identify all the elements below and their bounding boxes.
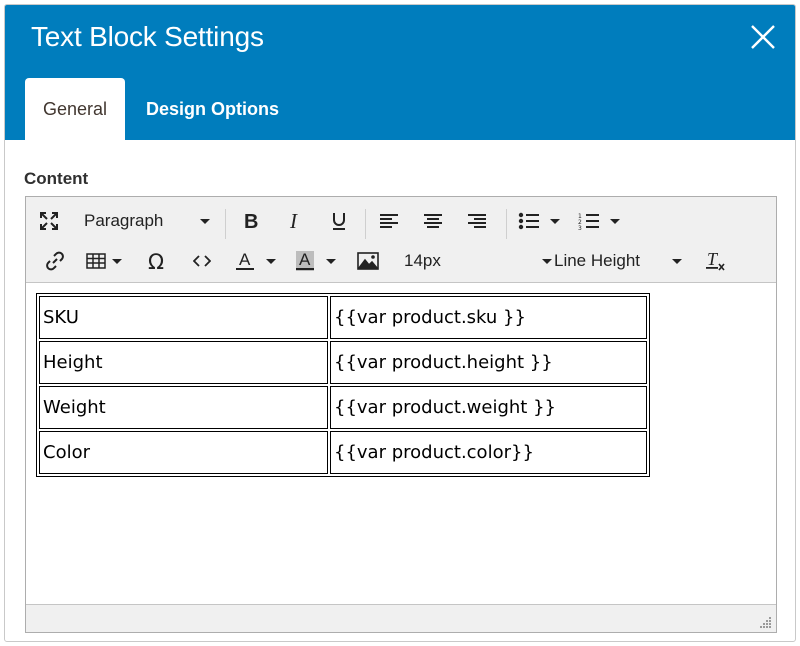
omega-icon[interactable]: Ω: [141, 241, 175, 281]
chevron-down-icon: [550, 218, 560, 224]
block-format-dropdown[interactable]: Paragraph: [76, 201, 216, 241]
clear-formatting-icon[interactable]: T: [698, 241, 732, 281]
font-size-dropdown[interactable]: 14px: [398, 241, 558, 281]
bold-icon[interactable]: B: [234, 201, 268, 241]
svg-text:3: 3: [578, 225, 582, 230]
wysiwyg-editor: Paragraph B I 1 2 3 Ω A A 14px Line Heig…: [25, 196, 777, 633]
text-block-settings-dialog: Text Block Settings General Design Optio…: [4, 4, 796, 642]
table-button[interactable]: [82, 241, 126, 281]
toolbar-row-2: Ω A A 14px Line Height T: [26, 241, 776, 281]
editor-toolbar: Paragraph B I 1 2 3 Ω A A 14px Line Heig…: [26, 197, 776, 283]
font-size-value: 14px: [404, 251, 441, 270]
editor-statusbar: [26, 604, 776, 632]
editor-content-area[interactable]: SKU {{var product.sku }} Height {{var produ…: [26, 283, 776, 605]
numbered-list-button[interactable]: 1 2 3: [574, 201, 624, 241]
line-height-value: Line Height: [554, 251, 641, 270]
attribute-value-cell[interactable]: {{var product.sku }}: [330, 296, 647, 339]
table-row: Height {{var product.height }}: [39, 341, 647, 384]
table-row: Weight {{var product.weight }}: [39, 386, 647, 429]
bullet-list-button[interactable]: [514, 201, 564, 241]
toolbar-divider: [225, 209, 226, 239]
dialog-header: Text Block Settings General Design Optio…: [5, 5, 795, 140]
block-format-value: Paragraph: [84, 211, 164, 230]
line-height-dropdown[interactable]: Line Height: [548, 241, 688, 281]
align-right-icon[interactable]: [460, 201, 494, 241]
toolbar-divider: [506, 209, 507, 239]
svg-text:Ω: Ω: [148, 251, 164, 271]
italic-icon[interactable]: I: [278, 201, 312, 241]
background-color-button[interactable]: A: [290, 241, 340, 281]
attribute-label-cell[interactable]: Color: [39, 431, 328, 474]
dialog-title: Text Block Settings: [31, 21, 264, 52]
attribute-value-cell[interactable]: {{var product.height }}: [330, 341, 647, 384]
svg-text:A: A: [239, 250, 251, 269]
chevron-down-icon: [326, 258, 336, 264]
tab-bar: General Design Options: [25, 78, 297, 140]
underline-icon[interactable]: [322, 201, 356, 241]
text-color-button[interactable]: A: [230, 241, 280, 281]
chevron-down-icon: [112, 258, 122, 264]
attribute-label-cell[interactable]: SKU: [39, 296, 328, 339]
attribute-value-cell[interactable]: {{var product.weight }}: [330, 386, 647, 429]
attribute-label-cell[interactable]: Height: [39, 341, 328, 384]
table-row: Color {{var product.color}}: [39, 431, 647, 474]
chevron-down-icon: [266, 258, 276, 264]
chevron-down-icon: [200, 218, 210, 224]
resize-handle-icon[interactable]: [760, 616, 772, 628]
link-icon[interactable]: [38, 241, 72, 281]
svg-text:I: I: [289, 212, 298, 230]
tab-general[interactable]: General: [25, 78, 125, 140]
chevron-down-icon: [610, 218, 620, 224]
align-center-icon[interactable]: [416, 201, 450, 241]
product-attributes-table[interactable]: SKU {{var product.sku }} Height {{var produ…: [36, 293, 650, 477]
table-row: SKU {{var product.sku }}: [39, 296, 647, 339]
code-icon[interactable]: [185, 241, 219, 281]
toolbar-divider: [365, 209, 366, 239]
content-label: Content: [24, 169, 89, 188]
attribute-label-cell[interactable]: Weight: [39, 386, 328, 429]
fullscreen-icon[interactable]: [32, 201, 66, 241]
attribute-value-cell[interactable]: {{var product.color}}: [330, 431, 647, 474]
chevron-down-icon: [672, 258, 682, 264]
align-left-icon[interactable]: [372, 201, 406, 241]
image-icon[interactable]: [351, 241, 385, 281]
tab-design-options[interactable]: Design Options: [125, 78, 297, 140]
toolbar-row-1: Paragraph B I 1 2 3: [26, 201, 776, 241]
svg-text:A: A: [299, 250, 311, 269]
svg-text:T: T: [707, 250, 719, 269]
close-icon[interactable]: [749, 23, 777, 51]
svg-text:B: B: [244, 212, 258, 230]
